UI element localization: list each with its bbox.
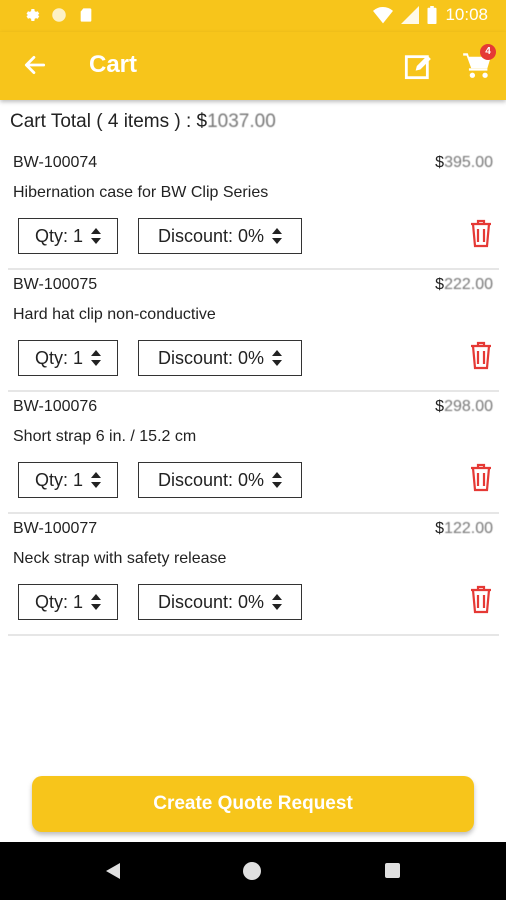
- item-price: $222.00: [435, 276, 493, 294]
- signal-icon: [401, 6, 420, 24]
- cart-item: BW-100075 $222.00 Hard hat clip non-cond…: [8, 270, 499, 392]
- updown-arrows-icon: [91, 350, 101, 366]
- status-icons-right: 10:08: [373, 5, 488, 25]
- item-description: Hibernation case for BW Clip Series: [13, 184, 269, 201]
- updown-arrows-icon: [91, 228, 101, 244]
- edit-icon[interactable]: [404, 52, 432, 80]
- create-quote-request-button[interactable]: Create Quote Request: [32, 776, 474, 832]
- discount-select[interactable]: Discount: 0%: [138, 218, 302, 254]
- updown-arrows-icon: [272, 472, 283, 488]
- system-nav-bar: [0, 842, 506, 900]
- discount-value: Discount: 0%: [157, 591, 265, 612]
- qty-value: Qty: 1: [34, 347, 83, 368]
- nav-home-icon[interactable]: [243, 862, 261, 880]
- item-price-amount: 298.00: [444, 398, 493, 415]
- qty-select[interactable]: Qty: 1: [18, 218, 118, 254]
- discount-value: Discount: 0%: [157, 347, 265, 368]
- cart-item: BW-100076 $298.00 Short strap 6 in. / 15…: [8, 392, 499, 514]
- circle-icon: [52, 8, 66, 22]
- qty-select[interactable]: Qty: 1: [18, 462, 118, 498]
- back-arrow-icon[interactable]: [22, 52, 48, 78]
- updown-arrows-icon: [91, 472, 101, 488]
- item-sku: BW-100075: [13, 276, 98, 293]
- item-price-prefix: $: [435, 398, 445, 415]
- item-price: $122.00: [435, 520, 493, 538]
- discount-select[interactable]: Discount: 0%: [138, 462, 302, 498]
- qty-select[interactable]: Qty: 1: [18, 340, 118, 376]
- qty-value: Qty: 1: [34, 591, 83, 612]
- qty-select[interactable]: Qty: 1: [18, 584, 118, 620]
- trash-icon[interactable]: [469, 340, 493, 370]
- item-description: Short strap 6 in. / 15.2 cm: [13, 428, 197, 445]
- sd-card-icon: [80, 8, 92, 22]
- battery-icon: [427, 6, 437, 24]
- status-bar: 10:08: [0, 0, 506, 32]
- item-price-prefix: $: [435, 276, 445, 293]
- item-price-amount: 222.00: [444, 276, 493, 293]
- cart-badge: 4: [480, 44, 496, 60]
- trash-icon[interactable]: [469, 584, 493, 614]
- cart-total-label: Cart Total ( 4 items ) : $: [10, 111, 208, 132]
- discount-select[interactable]: Discount: 0%: [138, 584, 302, 620]
- settings-icon: [26, 9, 40, 21]
- discount-value: Discount: 0%: [157, 469, 265, 490]
- status-time: 10:08: [445, 5, 488, 24]
- cart-item: BW-100074 $395.00 Hibernation case for B…: [8, 148, 499, 270]
- updown-arrows-icon: [91, 594, 101, 610]
- qty-value: Qty: 1: [34, 225, 83, 246]
- item-description: Hard hat clip non-conductive: [13, 306, 216, 323]
- trash-icon[interactable]: [469, 218, 493, 248]
- item-price-amount: 122.00: [444, 520, 493, 537]
- item-sku: BW-100076: [13, 398, 98, 415]
- item-price-prefix: $: [435, 520, 445, 537]
- item-description: Neck strap with safety release: [13, 550, 227, 567]
- page-title: Cart: [89, 51, 138, 78]
- item-price: $298.00: [435, 398, 493, 416]
- item-price-prefix: $: [435, 154, 445, 171]
- trash-icon[interactable]: [469, 462, 493, 492]
- item-sku: BW-100074: [13, 154, 98, 171]
- cart-item: BW-100077 $122.00 Neck strap with safety…: [8, 514, 499, 636]
- discount-value: Discount: 0%: [157, 225, 265, 246]
- status-icons-left: [22, 6, 94, 24]
- updown-arrows-icon: [272, 350, 283, 366]
- discount-select[interactable]: Discount: 0%: [138, 340, 302, 376]
- nav-recents-icon[interactable]: [385, 863, 400, 878]
- item-price: $395.00: [435, 154, 493, 172]
- updown-arrows-icon: [272, 228, 283, 244]
- item-price-amount: 395.00: [444, 154, 493, 171]
- qty-value: Qty: 1: [34, 469, 83, 490]
- updown-arrows-icon: [272, 594, 283, 610]
- app-bar: Cart 4: [0, 32, 506, 100]
- wifi-icon: [373, 7, 394, 24]
- nav-back-icon[interactable]: [104, 862, 122, 880]
- cart-total: Cart Total ( 4 items ) : $1037.00: [10, 111, 276, 133]
- cart-total-amount: 1037.00: [207, 111, 276, 132]
- item-sku: BW-100077: [13, 520, 98, 537]
